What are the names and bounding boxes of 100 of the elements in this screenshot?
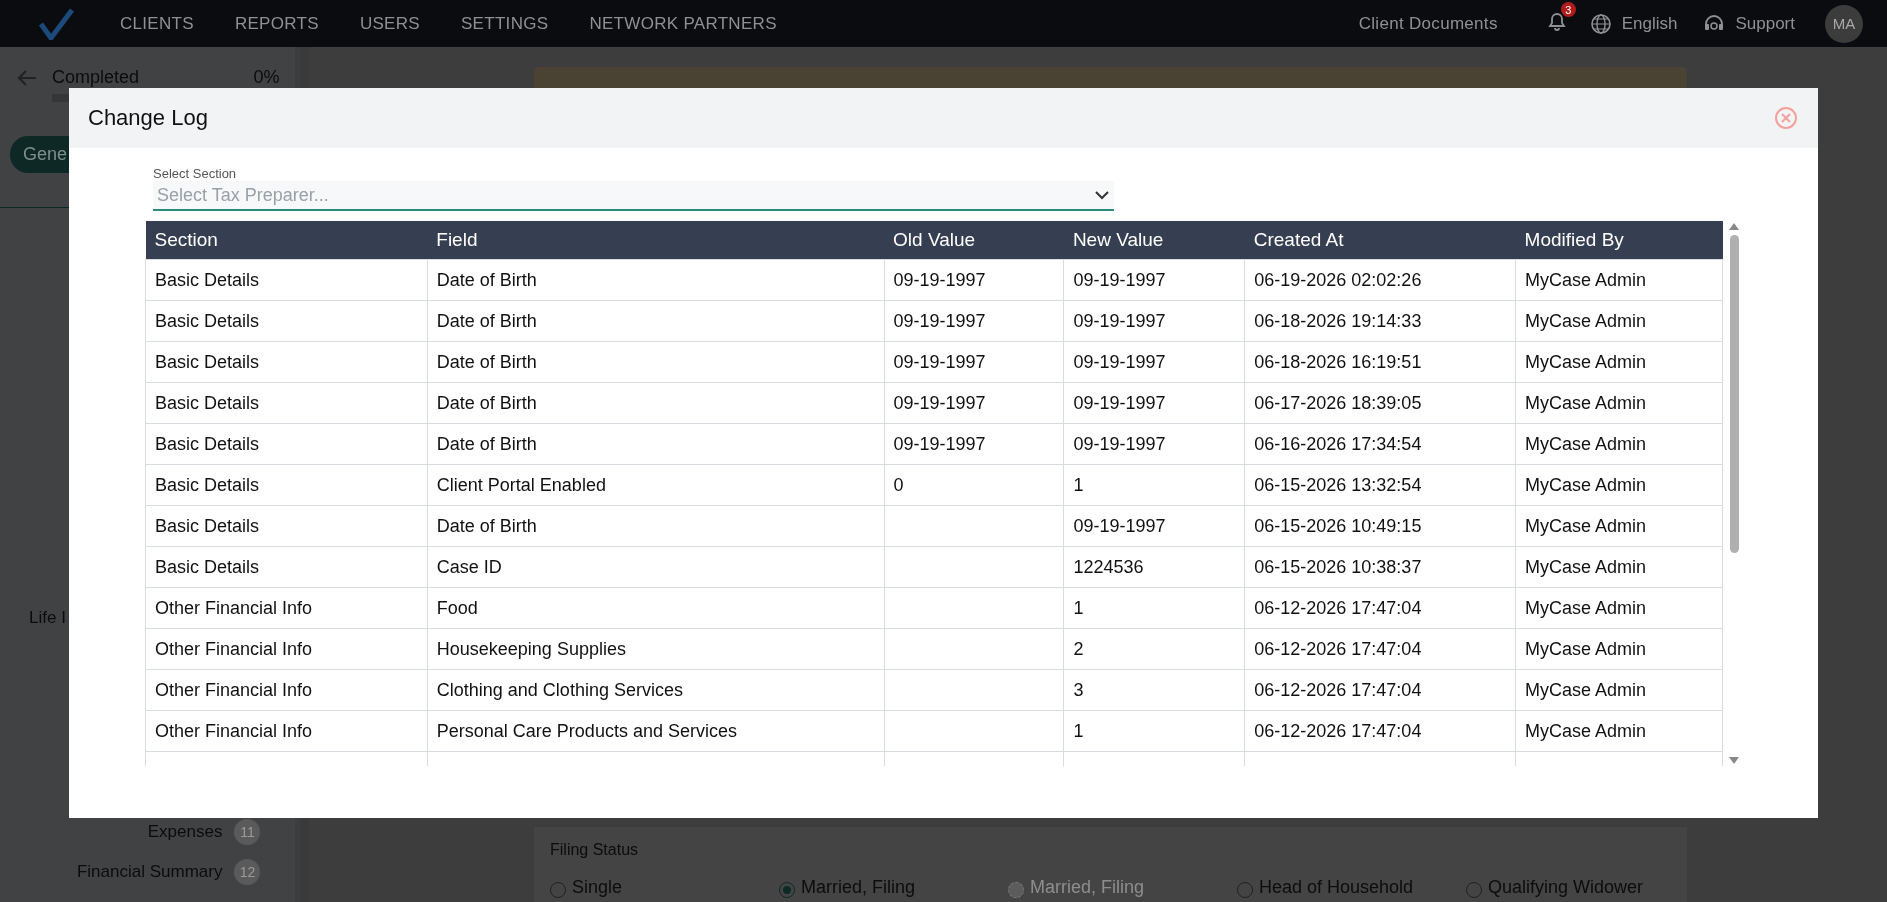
table-cell: MyCase Admin bbox=[1515, 587, 1723, 629]
table-cell: MyCase Admin bbox=[1515, 259, 1723, 301]
table-cell: Basic Details bbox=[145, 382, 428, 424]
table-cell: MyCase Admin bbox=[1515, 423, 1723, 465]
table-cell: 06-16-2026 17:34:54 bbox=[1244, 423, 1516, 465]
table-cell: Other Financial Info bbox=[145, 669, 428, 711]
table-cell: MyCase Admin bbox=[1515, 300, 1723, 342]
table-cell: Date of Birth bbox=[427, 341, 885, 383]
table-cell: 09-19-1997 bbox=[1063, 341, 1245, 383]
scroll-up-arrow-icon[interactable] bbox=[1728, 221, 1740, 231]
table-cell: Basic Details bbox=[145, 423, 428, 465]
table-cell: 09-19-1997 bbox=[884, 300, 1064, 342]
table-cell: MyCase Admin bbox=[1515, 382, 1723, 424]
user-avatar[interactable]: MA bbox=[1825, 4, 1863, 43]
table-cell: Basic Details bbox=[145, 505, 428, 547]
column-header: Modified By bbox=[1515, 221, 1723, 260]
table-cell: 06-12-2026 17:47:04 bbox=[1244, 628, 1516, 670]
close-icon[interactable] bbox=[1774, 106, 1798, 130]
table-cell: Client Portal Enabled bbox=[427, 464, 885, 506]
column-header: New Value bbox=[1063, 221, 1245, 260]
table-cell: Case ID bbox=[427, 546, 885, 588]
nav-link[interactable]: REPORTS bbox=[234, 13, 319, 34]
column-header: Created At bbox=[1244, 221, 1516, 260]
radio-label: Head of Household bbox=[1259, 877, 1414, 898]
table-cell: Basic Details bbox=[145, 341, 428, 383]
table-cell: 06-17-2026 18:39:05 bbox=[1244, 382, 1516, 424]
table-cell: 06-12-2026 17:47:04 bbox=[1244, 587, 1516, 629]
nav-link[interactable]: CLIENTS bbox=[120, 13, 194, 34]
table-cell: Date of Birth bbox=[427, 505, 885, 547]
table-cell: 09-19-1997 bbox=[1063, 259, 1245, 301]
table-cell: MyCase Admin bbox=[1515, 669, 1723, 711]
nav-link[interactable]: SETTINGS bbox=[460, 13, 549, 34]
table-cell: Basic Details bbox=[145, 464, 428, 506]
table-cell: 09-19-1997 bbox=[1063, 382, 1245, 424]
scrollbar-thumb[interactable] bbox=[1729, 235, 1739, 553]
table-cell: 09-19-1997 bbox=[884, 382, 1064, 424]
table-cell: Basic Details bbox=[145, 300, 428, 342]
table-cell: 06-18-2026 16:19:51 bbox=[1244, 341, 1516, 383]
modal-title: Change Log bbox=[88, 105, 208, 131]
table-cell: Date of Birth bbox=[427, 300, 885, 342]
table-cell: Personal Care Products and Services bbox=[427, 710, 885, 752]
table-cell: Date of Birth bbox=[427, 259, 885, 301]
checkmark-logo-icon[interactable] bbox=[38, 7, 74, 40]
scroll-down-arrow-icon[interactable] bbox=[1728, 756, 1740, 766]
table-cell: 06-12-2026 17:47:04 bbox=[1244, 669, 1516, 711]
table-cell: 09-19-1997 bbox=[1063, 505, 1245, 547]
table-cell: 09-19-1997 bbox=[884, 259, 1064, 301]
notification-badge: 3 bbox=[1560, 2, 1576, 17]
table-cell: MyCase Admin bbox=[1515, 628, 1723, 670]
table-cell: 09-19-1997 bbox=[1063, 300, 1245, 342]
radio-label: Qualifying Widower bbox=[1488, 877, 1644, 898]
step-number: 11 bbox=[234, 819, 261, 845]
chevron-down-icon bbox=[1094, 190, 1110, 200]
globe-icon[interactable] bbox=[1589, 12, 1612, 35]
support-link[interactable]: Support bbox=[1735, 13, 1795, 34]
language-selector[interactable]: English bbox=[1621, 13, 1678, 34]
table-cell: MyCase Admin bbox=[1515, 464, 1723, 506]
table-cell: MyCase Admin bbox=[1515, 710, 1723, 752]
table-cell: Food bbox=[427, 587, 885, 629]
table-cell: 1 bbox=[1063, 464, 1245, 506]
step-number: 12 bbox=[234, 859, 261, 885]
table-cell: Date of Birth bbox=[427, 423, 885, 465]
table-cell: 06-15-2026 13:32:54 bbox=[1244, 464, 1516, 506]
table-cell: Basic Details bbox=[145, 259, 428, 301]
table-cell: 1224536 bbox=[1063, 546, 1245, 588]
table-cell: Other Financial Info bbox=[145, 710, 428, 752]
table-cell: 06-19-2026 02:02:26 bbox=[1244, 259, 1516, 301]
table-cell: 06-12-2026 17:47:04 bbox=[1244, 710, 1516, 752]
table-cell: MyCase Admin bbox=[1515, 505, 1723, 547]
table-cell: 2 bbox=[1063, 628, 1245, 670]
table-cell: Date of Birth bbox=[427, 382, 885, 424]
client-documents-link[interactable]: Client Documents bbox=[1358, 13, 1498, 34]
progress-percent: 0% bbox=[253, 67, 280, 88]
table-cell: 1 bbox=[1063, 587, 1245, 629]
radio-label: Married, Filing bbox=[1030, 877, 1145, 898]
table-cell: 06-15-2026 10:49:15 bbox=[1244, 505, 1516, 547]
table-cell: Other Financial Info bbox=[145, 587, 428, 629]
table-cell: 09-19-1997 bbox=[884, 423, 1064, 465]
table-cell: Basic Details bbox=[145, 546, 428, 588]
table-cell: MyCase Admin bbox=[1515, 341, 1723, 383]
table-cell: Other Financial Info bbox=[145, 628, 428, 670]
table-cell: 3 bbox=[1063, 669, 1245, 711]
table-cell: 1 bbox=[1063, 710, 1245, 752]
table-cell: Clothing and Clothing Services bbox=[427, 669, 885, 711]
nav-link[interactable]: USERS bbox=[359, 13, 420, 34]
column-header: Old Value bbox=[884, 221, 1064, 260]
filing-status-label: Filing Status bbox=[550, 841, 640, 859]
field-label: Select Section bbox=[153, 166, 238, 181]
table-cell: MyCase Admin bbox=[1515, 546, 1723, 588]
column-header: Section bbox=[145, 221, 428, 260]
progress-label: Completed bbox=[52, 67, 141, 88]
table-cell: 0 bbox=[884, 464, 1064, 506]
table-cell: Housekeeping Supplies bbox=[427, 628, 885, 670]
column-header: Field bbox=[427, 221, 885, 260]
table-cell: 09-19-1997 bbox=[884, 341, 1064, 383]
nav-link[interactable]: NETWORK PARTNERS bbox=[589, 13, 777, 34]
radio-label: Single bbox=[572, 877, 623, 898]
table-cell: 06-15-2026 10:38:37 bbox=[1244, 546, 1516, 588]
table-cell: 06-18-2026 19:14:33 bbox=[1244, 300, 1516, 342]
radio-label: Married, Filing bbox=[801, 877, 916, 898]
